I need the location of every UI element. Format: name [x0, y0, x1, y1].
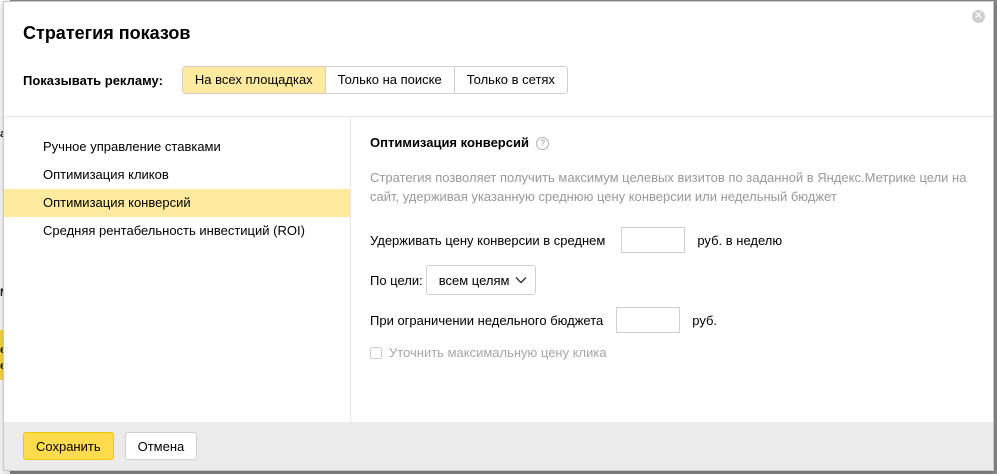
goal-select[interactable]: всем целям: [425, 265, 537, 295]
close-icon[interactable]: ✕: [972, 10, 985, 23]
strategy-list: Ручное управление ставками Оптимизация к…: [4, 133, 350, 245]
avg-price-unit: руб. в неделю: [697, 232, 783, 248]
details-title: Оптимизация конверсий: [370, 135, 529, 150]
show-ads-option-networks[interactable]: Только в сетях: [454, 67, 567, 93]
strategy-item-clicks[interactable]: Оптимизация кликов: [4, 161, 350, 189]
max-click-price-checkbox[interactable]: [370, 346, 382, 359]
show-ads-option-all[interactable]: На всех площадках: [182, 67, 326, 93]
show-ads-label: Показывать рекламу:: [23, 72, 163, 88]
strategy-item-conversions[interactable]: Оптимизация конверсий: [4, 189, 350, 217]
show-ads-row: Показывать рекламу: На всех площадках То…: [23, 66, 568, 94]
help-icon[interactable]: ?: [535, 136, 549, 150]
avg-price-row: Удерживать цену конверсии в среднем руб.…: [370, 227, 980, 253]
cancel-button[interactable]: Отмена: [124, 432, 198, 460]
details-title-row: Оптимизация конверсий ?: [370, 133, 980, 153]
budget-row: При ограничении недельного бюджета руб.: [370, 307, 980, 333]
show-ads-option-search[interactable]: Только на поиске: [325, 67, 455, 93]
dialog-title: Стратегия показов: [23, 23, 191, 43]
show-ads-segmented-control: На всех площадках Только на поиске Тольк…: [181, 66, 568, 94]
goal-select-value: всем целям: [438, 272, 510, 288]
avg-price-input[interactable]: [621, 227, 686, 253]
strategy-details: Оптимизация конверсий ? Стратегия позвол…: [370, 133, 980, 360]
divider: [4, 116, 993, 117]
budget-input[interactable]: [616, 307, 681, 333]
budget-unit: руб.: [692, 312, 718, 328]
divider: [350, 117, 351, 422]
avg-price-label: Удерживать цену конверсии в среднем: [370, 232, 606, 248]
chevron-down-icon: [515, 277, 527, 284]
strategy-dialog: ✕ Стратегия показов Показывать рекламу: …: [3, 1, 994, 471]
max-click-price-row: Уточнить максимальную цену клика: [370, 345, 980, 360]
strategy-item-roi[interactable]: Средняя рентабельность инвестиций (ROI): [4, 217, 350, 245]
goal-row: По цели: всем целям: [370, 265, 980, 295]
strategy-item-manual[interactable]: Ручное управление ставками: [4, 133, 350, 161]
details-description: Стратегия позволяет получить максимум це…: [370, 170, 967, 204]
dialog-footer: Сохранить Отмена: [4, 422, 993, 470]
save-button[interactable]: Сохранить: [23, 432, 114, 460]
max-click-price-label: Уточнить максимальную цену клика: [389, 345, 607, 360]
goal-label: По цели:: [370, 272, 423, 288]
budget-label: При ограничении недельного бюджета: [370, 312, 604, 328]
